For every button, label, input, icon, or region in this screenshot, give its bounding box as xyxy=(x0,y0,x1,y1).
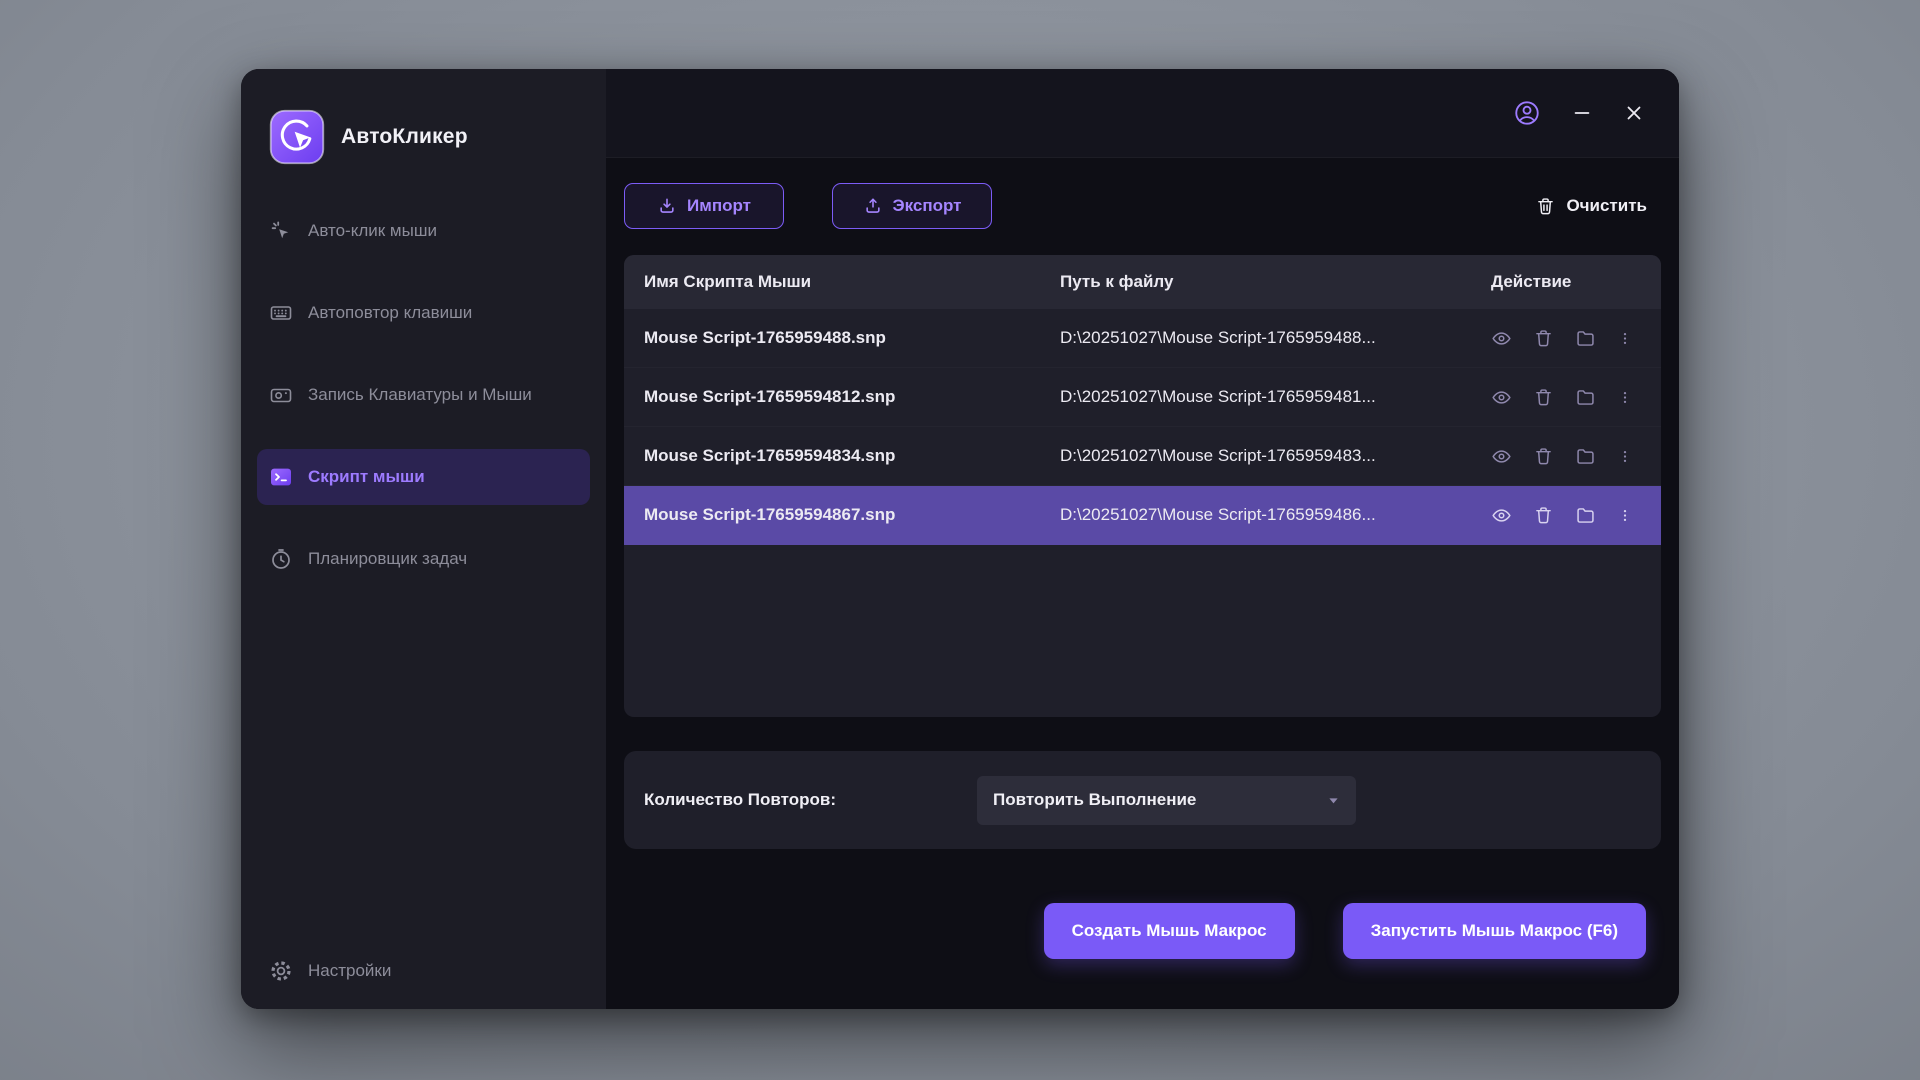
open-folder-icon[interactable] xyxy=(1575,328,1596,349)
gear-icon xyxy=(271,961,291,981)
view-icon[interactable] xyxy=(1491,387,1512,408)
column-header-path: Путь к файлу xyxy=(1060,272,1174,291)
repeat-mode-dropdown[interactable]: Повторить Выполнение xyxy=(977,775,1356,825)
minimize-button[interactable] xyxy=(1571,102,1593,124)
sidebar: АвтоКликер Авто-клик мыши Автоповтор кла… xyxy=(241,69,606,1009)
recorder-icon xyxy=(270,388,292,403)
run-macro-button[interactable]: Запустить Мышь Макрос (F6) xyxy=(1342,903,1646,959)
sidebar-item-auto-click[interactable]: Авто-клик мыши xyxy=(257,203,590,259)
sidebar-item-label: Запись Клавиатуры и Мыши xyxy=(308,385,532,404)
table-row[interactable]: Mouse Script-17659594812.snp D:\20251027… xyxy=(624,368,1661,427)
auto-click-icon xyxy=(271,221,289,239)
upload-icon xyxy=(865,198,880,213)
sidebar-item-record[interactable]: Запись Клавиатуры и Мыши xyxy=(257,367,590,423)
account-icon[interactable] xyxy=(1513,99,1541,127)
sidebar-item-settings[interactable]: Настройки xyxy=(241,959,606,983)
download-icon xyxy=(660,198,674,213)
clear-button[interactable]: Очистить xyxy=(1535,196,1647,217)
toolbar: Импорт Экспорт Очистить xyxy=(624,183,1661,229)
brand: АвтоКликер xyxy=(241,69,606,203)
view-icon[interactable] xyxy=(1491,446,1512,467)
table-row[interactable]: Mouse Script-1765959488.snp D:\20251027\… xyxy=(624,309,1661,368)
row-actions xyxy=(1487,446,1661,467)
column-header-name: Имя Скрипта Мыши xyxy=(644,272,812,291)
repeat-count-label: Количество Повторов: xyxy=(644,790,836,809)
clear-label: Очистить xyxy=(1566,196,1647,215)
sidebar-nav: Авто-клик мыши Автоповтор клавиши Запись… xyxy=(241,203,606,613)
delete-icon[interactable] xyxy=(1533,387,1554,408)
open-folder-icon[interactable] xyxy=(1575,446,1596,467)
table-row[interactable]: Mouse Script-17659594834.snp D:\20251027… xyxy=(624,427,1661,486)
settings-label: Настройки xyxy=(308,961,392,980)
script-name: Mouse Script-17659594834.snp xyxy=(644,446,896,465)
row-actions xyxy=(1487,387,1661,408)
sidebar-item-label: Скрипт мыши xyxy=(308,467,425,486)
import-button[interactable]: Импорт xyxy=(624,183,784,229)
script-path: D:\20251027\Mouse Script-1765959483... xyxy=(1060,446,1376,465)
more-options-icon[interactable] xyxy=(1617,505,1633,526)
footer-actions: Создать Мышь Макрос Запустить Мышь Макро… xyxy=(624,903,1661,959)
script-path: D:\20251027\Mouse Script-1765959481... xyxy=(1060,387,1376,406)
create-macro-button[interactable]: Создать Мышь Макрос xyxy=(1043,903,1295,959)
trash-icon xyxy=(1538,197,1554,214)
sidebar-item-task-scheduler[interactable]: Планировщик задач xyxy=(257,531,590,587)
delete-icon[interactable] xyxy=(1533,446,1554,467)
script-name: Mouse Script-1765959488.snp xyxy=(644,328,886,347)
more-options-icon[interactable] xyxy=(1617,387,1633,408)
script-name: Mouse Script-17659594867.snp xyxy=(644,505,896,524)
sidebar-item-label: Планировщик задач xyxy=(308,549,468,568)
more-options-icon[interactable] xyxy=(1617,328,1633,349)
title-bar xyxy=(606,69,1679,158)
app-title: АвтоКликер xyxy=(341,125,468,148)
sidebar-item-mouse-script[interactable]: Скрипт мыши xyxy=(257,449,590,505)
main-area: Импорт Экспорт Очистить Имя Скрипта Мыши… xyxy=(606,69,1679,1009)
table-header: Имя Скрипта Мыши Путь к файлу Действие xyxy=(624,255,1661,309)
export-button[interactable]: Экспорт xyxy=(832,183,992,229)
open-folder-icon[interactable] xyxy=(1575,505,1596,526)
open-folder-icon[interactable] xyxy=(1575,387,1596,408)
more-options-icon[interactable] xyxy=(1617,446,1633,467)
sidebar-item-key-repeat[interactable]: Автоповтор клавиши xyxy=(257,285,590,341)
script-name: Mouse Script-17659594812.snp xyxy=(644,387,896,406)
script-path: D:\20251027\Mouse Script-1765959486... xyxy=(1060,505,1376,524)
view-icon[interactable] xyxy=(1491,328,1512,349)
chevron-down-icon xyxy=(1318,785,1348,815)
content: Импорт Экспорт Очистить Имя Скрипта Мыши… xyxy=(606,158,1679,1009)
repeat-mode-value: Повторить Выполнение xyxy=(993,790,1197,809)
view-icon[interactable] xyxy=(1491,505,1512,526)
row-actions xyxy=(1487,328,1661,349)
keyboard-icon xyxy=(270,306,292,320)
clock-icon xyxy=(272,549,290,569)
repeat-panel: Количество Повторов: Повторить Выполнени… xyxy=(624,751,1661,849)
terminal-script-icon xyxy=(271,468,291,486)
app-window: АвтоКликер Авто-клик мыши Автоповтор кла… xyxy=(241,69,1679,1009)
table-row-selected[interactable]: Mouse Script-17659594867.snp D:\20251027… xyxy=(624,486,1661,545)
column-header-action: Действие xyxy=(1491,272,1572,291)
script-table: Имя Скрипта Мыши Путь к файлу Действие M… xyxy=(624,255,1661,717)
delete-icon[interactable] xyxy=(1533,505,1554,526)
close-button[interactable] xyxy=(1623,102,1645,124)
import-label: Импорт xyxy=(687,196,751,215)
sidebar-item-label: Автоповтор клавиши xyxy=(308,303,473,322)
row-actions xyxy=(1487,505,1661,526)
app-logo-icon xyxy=(269,109,325,165)
sidebar-item-label: Авто-клик мыши xyxy=(308,221,437,240)
script-path: D:\20251027\Mouse Script-1765959488... xyxy=(1060,328,1376,347)
delete-icon[interactable] xyxy=(1533,328,1554,349)
export-label: Экспорт xyxy=(892,196,962,215)
